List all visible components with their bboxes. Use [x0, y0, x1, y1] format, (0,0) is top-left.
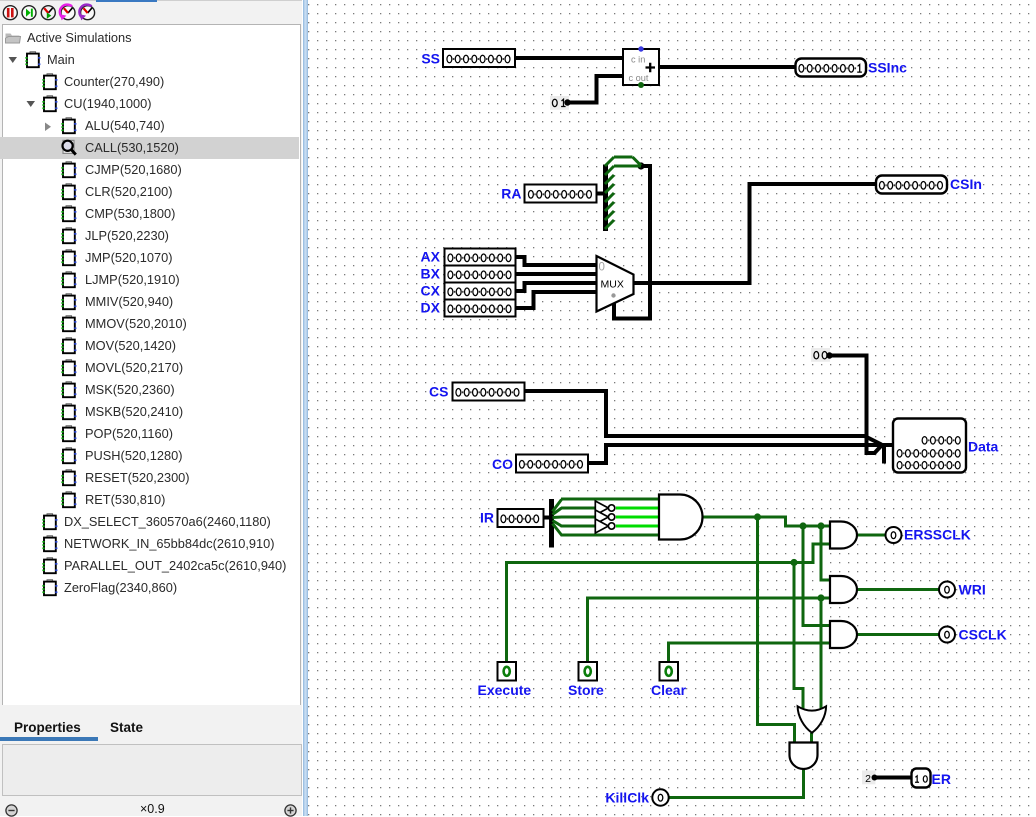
svg-text:Execute: Execute: [478, 682, 532, 698]
svg-text:DX: DX: [421, 300, 441, 316]
svg-text:CSIn: CSIn: [950, 176, 982, 192]
svg-text:CS: CS: [429, 384, 448, 400]
svg-text:KillClk: KillClk: [605, 790, 649, 806]
svg-text:CSCLK: CSCLK: [959, 627, 1007, 643]
svg-text:AX: AX: [421, 249, 441, 265]
svg-text:c out: c out: [629, 73, 649, 83]
svg-text:ERSSCLK: ERSSCLK: [904, 527, 971, 543]
svg-text:Clear: Clear: [651, 682, 687, 698]
svg-text:IR: IR: [480, 510, 494, 526]
svg-text:SS: SS: [421, 51, 440, 67]
svg-text:0: 0: [599, 262, 605, 274]
svg-text:SSInc: SSInc: [868, 60, 907, 76]
svg-text:c in: c in: [631, 55, 645, 65]
svg-text:WRI: WRI: [959, 582, 986, 598]
svg-text:ER: ER: [932, 771, 951, 787]
svg-text:CO: CO: [492, 456, 513, 472]
svg-text:Data: Data: [968, 439, 999, 455]
svg-text:Store: Store: [568, 682, 604, 698]
svg-text:CX: CX: [421, 283, 441, 299]
svg-text:BX: BX: [421, 266, 441, 282]
svg-text:2: 2: [865, 773, 871, 785]
svg-text:MUX: MUX: [601, 279, 624, 291]
svg-text:RA: RA: [501, 186, 521, 202]
